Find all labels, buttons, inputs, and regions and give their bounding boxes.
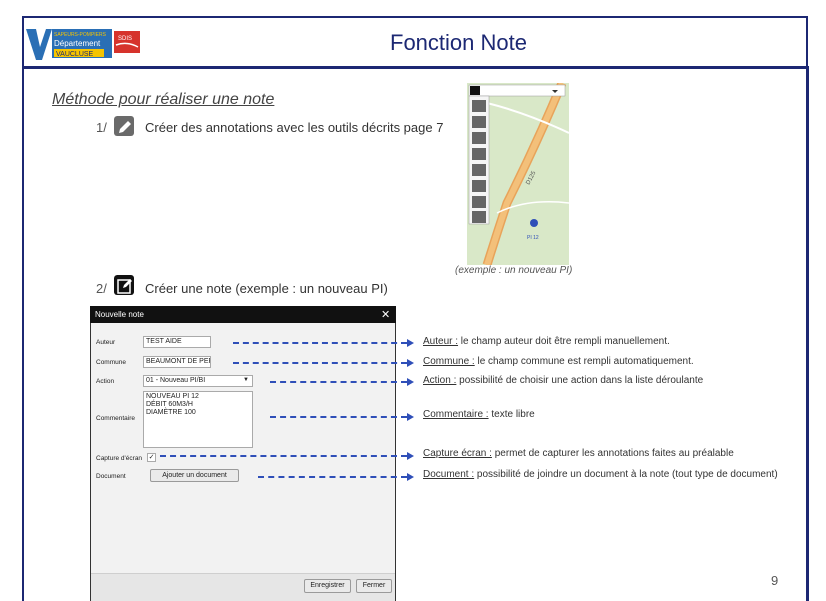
annotation-action-term: Action : xyxy=(423,375,457,386)
map-example: D125 PI 12 xyxy=(467,83,569,265)
annotation-commentaire: Commentaire : texte libre xyxy=(423,409,535,420)
arrowhead-auteur xyxy=(407,339,414,347)
auteur-field[interactable]: TEST AIDE xyxy=(143,336,211,348)
commentaire-line-1: NOUVEAU PI 12 xyxy=(146,393,199,400)
close-button[interactable]: Fermer xyxy=(356,579,392,593)
step-1-text: Créer des annotations avec les outils dé… xyxy=(145,120,444,135)
map-point-label: PI 12 xyxy=(527,235,539,241)
slide-frame-left xyxy=(22,16,24,601)
annotation-capture-term: Capture écran : xyxy=(423,448,492,459)
section-title: Méthode pour réaliser une note xyxy=(52,91,275,108)
capture-checkbox[interactable]: ✓ xyxy=(147,453,156,462)
close-icon[interactable]: ✕ xyxy=(381,308,390,321)
logo-line3: VAUCLUSE xyxy=(56,51,94,58)
annotation-capture-text: permet de capturer les annotations faite… xyxy=(491,448,734,459)
label-commune: Commune xyxy=(96,359,126,366)
arrowhead-document xyxy=(407,473,414,481)
commentaire-textarea[interactable]: NOUVEAU PI 12 DÉBIT 60M3/H DIAMÈTRE 100 xyxy=(143,391,253,448)
arrow-auteur xyxy=(233,342,407,344)
commentaire-line-3: DIAMÈTRE 100 xyxy=(146,409,196,416)
annotation-commentaire-term: Commentaire : xyxy=(423,409,489,420)
new-note-dialog xyxy=(90,306,396,601)
annotation-document-text: possibilité de joindre un document à la … xyxy=(474,469,778,480)
annotation-action: Action : possibilité de choisir une acti… xyxy=(423,375,703,386)
sdis-logo: SAPEURS-POMPIERS Département VAUCLUSE SD… xyxy=(24,27,142,62)
logo-line1: SAPEURS-POMPIERS xyxy=(54,32,107,38)
logo-line2: Département xyxy=(54,39,101,48)
map-image: D125 PI 12 xyxy=(467,83,569,265)
arrowhead-commentaire xyxy=(407,413,414,421)
label-capture: Capture d'écran xyxy=(96,455,143,462)
step-2-text: Créer une note (exemple : un nouveau PI) xyxy=(145,281,388,296)
label-auteur: Auteur xyxy=(96,339,116,346)
page-number: 9 xyxy=(771,573,779,588)
commentaire-line-2: DÉBIT 60M3/H xyxy=(146,401,193,408)
chevron-down-icon: ▼ xyxy=(243,377,249,383)
arrow-capture xyxy=(160,455,407,457)
label-document: Document xyxy=(96,473,126,480)
action-select-value: 01 - Nouveau PI/BI xyxy=(146,377,206,384)
annotation-commune-term: Commune : xyxy=(423,356,475,367)
annotation-document-term: Document : xyxy=(423,469,475,480)
commune-field[interactable]: BEAUMONT DE PER xyxy=(143,356,211,368)
page-title: Fonction Note xyxy=(390,30,527,55)
slide-frame-right xyxy=(806,66,809,601)
arrow-commentaire xyxy=(270,416,407,418)
dialog-title-bar: Nouvelle note ✕ xyxy=(90,306,396,323)
label-action: Action xyxy=(96,378,115,385)
annotation-action-text: possibilité de choisir une action dans l… xyxy=(456,375,704,386)
add-document-button[interactable]: Ajouter un document xyxy=(150,469,239,482)
arrowhead-commune xyxy=(407,359,414,367)
annotation-commentaire-text: texte libre xyxy=(488,409,535,420)
map-caption: (exemple : un nouveau PI) xyxy=(455,265,573,276)
edit-note-icon xyxy=(114,275,134,295)
arrow-document xyxy=(258,476,407,478)
annotation-auteur-term: Auteur : xyxy=(423,336,459,347)
save-button[interactable]: Enregistrer xyxy=(304,579,351,593)
annotation-auteur-text: le champ auteur doit être rempli manuell… xyxy=(458,336,670,347)
arrowhead-action xyxy=(407,378,414,386)
annotation-commune-text: le champ commune est rempli automatiquem… xyxy=(474,356,694,367)
annotation-capture: Capture écran : permet de capturer les a… xyxy=(423,448,734,459)
arrowhead-capture xyxy=(407,452,414,460)
action-select[interactable]: 01 - Nouveau PI/BI ▼ xyxy=(143,375,253,387)
arrow-action xyxy=(270,381,407,383)
annotation-commune: Commune : le champ commune est rempli au… xyxy=(423,356,694,367)
step-1-number: 1/ xyxy=(96,120,107,135)
label-commentaire: Commentaire xyxy=(96,415,136,422)
annotation-document: Document : possibilité de joindre un doc… xyxy=(423,469,778,480)
pencil-icon xyxy=(114,116,134,136)
annotation-auteur: Auteur : le champ auteur doit être rempl… xyxy=(423,336,670,347)
step-2-number: 2/ xyxy=(96,281,107,296)
logo-badge: SDIS xyxy=(118,36,132,42)
dialog-title: Nouvelle note xyxy=(95,310,144,319)
arrow-commune xyxy=(233,362,407,364)
